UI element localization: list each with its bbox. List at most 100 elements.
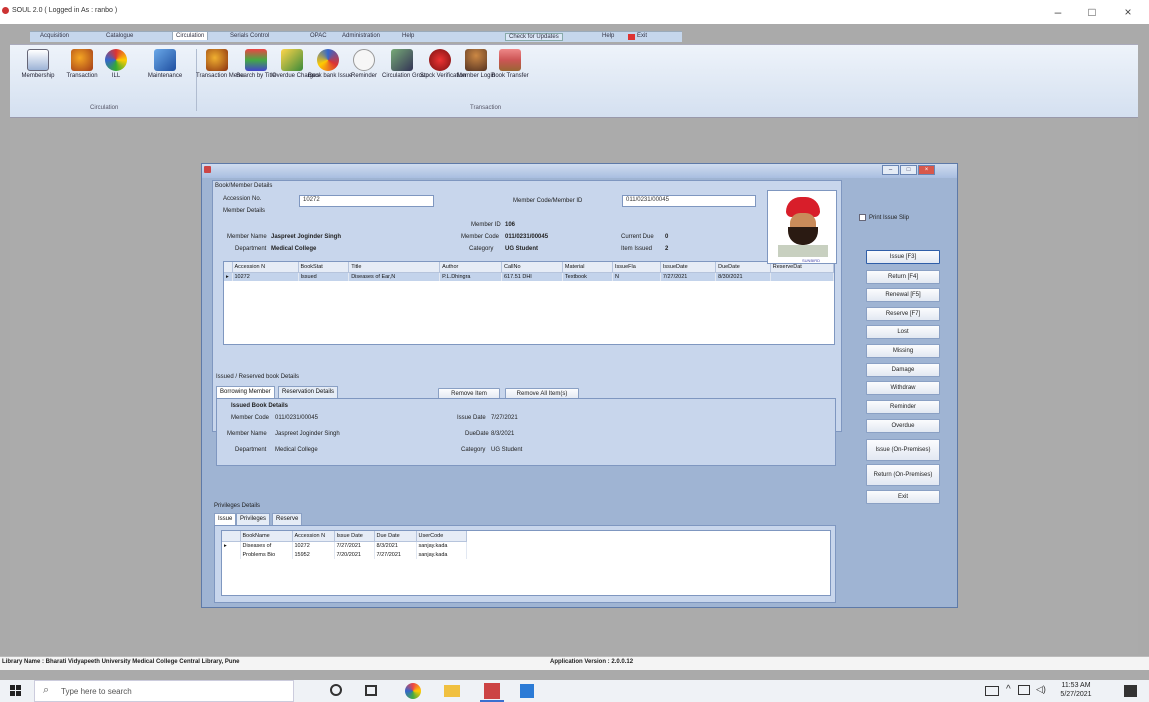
menu-help-2[interactable]: Help	[602, 33, 614, 39]
app-icon	[2, 7, 9, 14]
col-accession[interactable]: Accession N	[232, 262, 299, 273]
taskbar-clock-date[interactable]: 5/27/2021	[1056, 691, 1096, 698]
cell: 7/27/2021	[660, 272, 717, 281]
stock-verification-button[interactable]: Stock Verification	[420, 49, 466, 80]
cortana-icon[interactable]	[330, 684, 342, 696]
task-view-icon[interactable]	[365, 685, 377, 696]
current-due-label: Current Due	[621, 234, 654, 240]
col-accession[interactable]: Accession N	[292, 531, 335, 542]
renewal-f5-button[interactable]: Renewal [F5]	[866, 288, 940, 302]
col-author[interactable]: Author	[439, 262, 502, 273]
tab-reservation-details[interactable]: Reservation Details	[278, 386, 339, 398]
book-transfer-button[interactable]: Book Transfer	[490, 49, 530, 80]
chrome-icon[interactable]	[405, 683, 421, 699]
taskbar-clock-time[interactable]: 11:53 AM	[1056, 682, 1096, 689]
print-slip-checkbox[interactable]	[859, 214, 866, 221]
table-row[interactable]: Problems Bio 15952 7/20/2021 7/27/2021 s…	[222, 550, 467, 559]
damage-button[interactable]: Damage	[866, 363, 940, 377]
volume-icon[interactable]: ◁)	[1036, 684, 1046, 695]
start-pane-tr	[16, 685, 21, 690]
cell: Issued	[298, 272, 350, 281]
col-due-date[interactable]: Due Date	[374, 531, 417, 542]
tab-reserve[interactable]: Reserve	[272, 513, 303, 525]
menu-catalogue[interactable]: Catalogue	[106, 33, 133, 39]
dialog-maximize-button[interactable]: □	[900, 165, 917, 175]
reminder-button[interactable]: Reminder	[866, 400, 940, 414]
exit-button[interactable]: Exit	[866, 490, 940, 504]
col-issuedate[interactable]: IssueDate	[660, 262, 717, 273]
cell: sanjay.kada	[416, 541, 467, 550]
file-explorer-icon[interactable]	[444, 685, 460, 697]
col-duedate[interactable]: DueDate	[715, 262, 771, 273]
col-issueflag[interactable]: IssueFla	[612, 262, 661, 273]
menu-circulation[interactable]: Circulation	[172, 31, 209, 40]
cell: 7/27/2021	[334, 541, 375, 550]
network-icon[interactable]	[1018, 685, 1030, 695]
privileges-grid[interactable]: BookName Accession N Issue Date Due Date…	[221, 530, 831, 596]
missing-button[interactable]: Missing	[866, 344, 940, 358]
dialog-close-button[interactable]: ×	[918, 165, 935, 175]
taskbar-search-box[interactable]: ⌕ Type here to search	[34, 680, 294, 702]
ribbon-group-circulation: Circulation	[90, 105, 119, 111]
maximize-button[interactable]: □	[1082, 5, 1102, 19]
tab-borrowing-member[interactable]: Borrowing Member	[216, 386, 275, 398]
issue-f3-button[interactable]: Issue [F3]	[866, 250, 940, 264]
maintenance-button[interactable]: Maintenance	[140, 49, 190, 80]
overdue-button[interactable]: Overdue	[866, 419, 940, 433]
dialog-minimize-button[interactable]: –	[882, 165, 899, 175]
col-bookstat[interactable]: BookStat	[298, 262, 350, 273]
issue-date-label: Issue Date	[457, 415, 486, 421]
menu-administration[interactable]: Administration	[342, 33, 380, 39]
member-code-input[interactable]: 011/0231/00045	[622, 195, 756, 207]
check-updates-button[interactable]: Check for Updates	[505, 33, 563, 41]
issue-on-premises-button[interactable]: Issue (On-Premises)	[866, 439, 940, 461]
accession-input[interactable]: 10272	[299, 195, 434, 207]
keyboard-icon[interactable]	[985, 686, 999, 696]
lost-button[interactable]: Lost	[866, 325, 940, 339]
table-row[interactable]: ▸ 10272 Issued Diseases of Ear,N P.L.Dhi…	[224, 272, 834, 281]
book-bank-issue-button[interactable]: Book bank Issue	[308, 49, 352, 80]
membership-button[interactable]: Membership	[18, 49, 58, 80]
col-issue-date[interactable]: Issue Date	[334, 531, 375, 542]
print-slip-checkbox-row[interactable]: Print Issue Slip	[859, 214, 909, 221]
tab-privileges[interactable]: Privileges	[236, 513, 271, 525]
search-books-icon	[245, 49, 267, 71]
return-on-premises-button[interactable]: Return (On-Premises)	[866, 464, 940, 486]
book-grid[interactable]: Accession N BookStat Title Author CallNo…	[223, 261, 835, 345]
minimize-button[interactable]: –	[1048, 5, 1068, 19]
menu-exit[interactable]: Exit	[628, 33, 647, 40]
soul-app-taskbar-icon[interactable]	[484, 683, 500, 699]
store-icon[interactable]	[520, 684, 534, 698]
book-blue-icon	[154, 49, 176, 71]
menu-help[interactable]: Help	[402, 33, 414, 39]
windows-start-icon[interactable]	[10, 685, 22, 697]
search-by-title-button[interactable]: Search by Title	[236, 49, 276, 80]
menu-serials-control[interactable]: Serials Control	[230, 33, 269, 39]
ill-button[interactable]: ILL	[96, 49, 136, 80]
col-usercode[interactable]: UserCode	[416, 531, 467, 542]
col-material[interactable]: Material	[562, 262, 614, 273]
transaction-menu-button[interactable]: Transaction Menu	[196, 49, 244, 80]
reserve-f7-button[interactable]: Reserve [F7]	[866, 307, 940, 321]
withdraw-button[interactable]: Withdraw	[866, 381, 940, 395]
circulation-group-button[interactable]: Circulation Group	[382, 49, 429, 80]
col-callno[interactable]: CallNo	[501, 262, 563, 273]
col-bookname[interactable]: BookName	[240, 531, 293, 542]
col-title[interactable]: Title	[348, 262, 441, 273]
library-name-status: Library Name : Bharati Vidyapeeth Univer…	[2, 659, 240, 665]
reminder-button[interactable]: Reminder	[344, 49, 384, 80]
member-photo: SUNBIRD	[767, 190, 837, 264]
table-row[interactable]: ▸ Diseases of 10272 7/27/2021 8/3/2021 s…	[222, 541, 467, 550]
department-label: Department	[235, 246, 267, 252]
return-f4-button[interactable]: Return [F4]	[866, 270, 940, 284]
menu-acquisition[interactable]: Acquisition	[40, 33, 69, 39]
dialog-icon	[204, 166, 211, 173]
menu-opac[interactable]: OPAC	[310, 33, 327, 39]
overdue-charges-button[interactable]: Overdue Charges	[272, 49, 319, 80]
notifications-icon[interactable]	[1124, 685, 1137, 697]
menu-bar: Acquisition Catalogue Circulation Serial…	[30, 31, 682, 42]
chevron-up-icon[interactable]: ^	[1006, 684, 1011, 695]
close-button[interactable]: ×	[1118, 5, 1138, 19]
issued-book-panel: Issued Book Details Member Code 011/0231…	[216, 398, 836, 466]
tab-issue[interactable]: Issue	[214, 513, 237, 525]
